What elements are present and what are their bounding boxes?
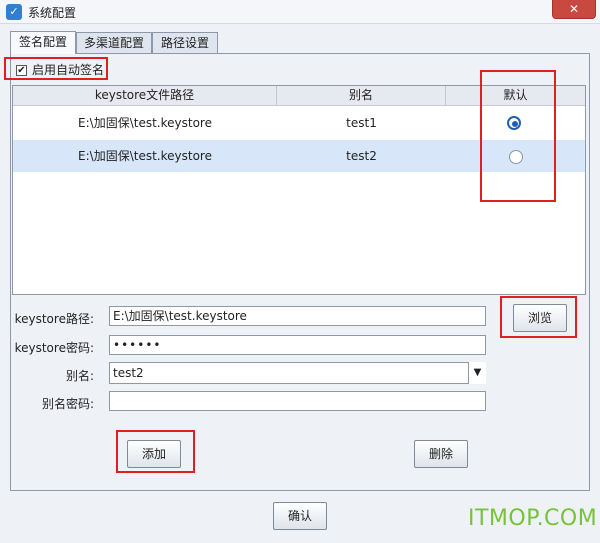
- highlight-box-auto-sign: [4, 57, 108, 80]
- confirm-button[interactable]: 确认: [273, 502, 327, 530]
- cell-path: E:\加固保\test.keystore: [78, 149, 212, 163]
- app-shield-icon: ✓: [6, 4, 22, 20]
- cell-alias: test1: [346, 116, 377, 130]
- keystore-path-label: keystore路径:: [14, 312, 94, 326]
- close-button[interactable]: ✕: [552, 0, 596, 19]
- column-header-path[interactable]: keystore文件路径: [13, 86, 277, 106]
- cell-alias: test2: [346, 149, 377, 163]
- tab-signature-config[interactable]: 签名配置: [10, 31, 76, 54]
- tab-multichannel-config[interactable]: 多渠道配置: [76, 32, 152, 53]
- alias-label: 别名:: [65, 369, 94, 383]
- cell-path: E:\加固保\test.keystore: [78, 116, 212, 130]
- highlight-box-default-column: [480, 70, 556, 202]
- alias-password-input[interactable]: [109, 391, 486, 411]
- tab-path-settings[interactable]: 路径设置: [152, 32, 218, 53]
- keystore-password-label: keystore密码:: [14, 341, 94, 355]
- column-header-alias[interactable]: 别名: [277, 86, 446, 106]
- highlight-box-add: [116, 430, 195, 473]
- window-title: 系统配置: [28, 6, 77, 20]
- keystore-path-input[interactable]: E:\加固保\test.keystore: [109, 306, 486, 326]
- alias-password-label: 别名密码:: [41, 397, 94, 411]
- title-bar: [0, 0, 600, 24]
- alias-select[interactable]: test2: [109, 362, 486, 384]
- delete-button[interactable]: 删除: [414, 440, 468, 468]
- keystore-password-input[interactable]: ••••••: [109, 335, 486, 355]
- chevron-down-icon[interactable]: ▼: [468, 362, 486, 384]
- highlight-box-browse: [500, 296, 577, 338]
- watermark: ITMOP.COM: [468, 506, 598, 531]
